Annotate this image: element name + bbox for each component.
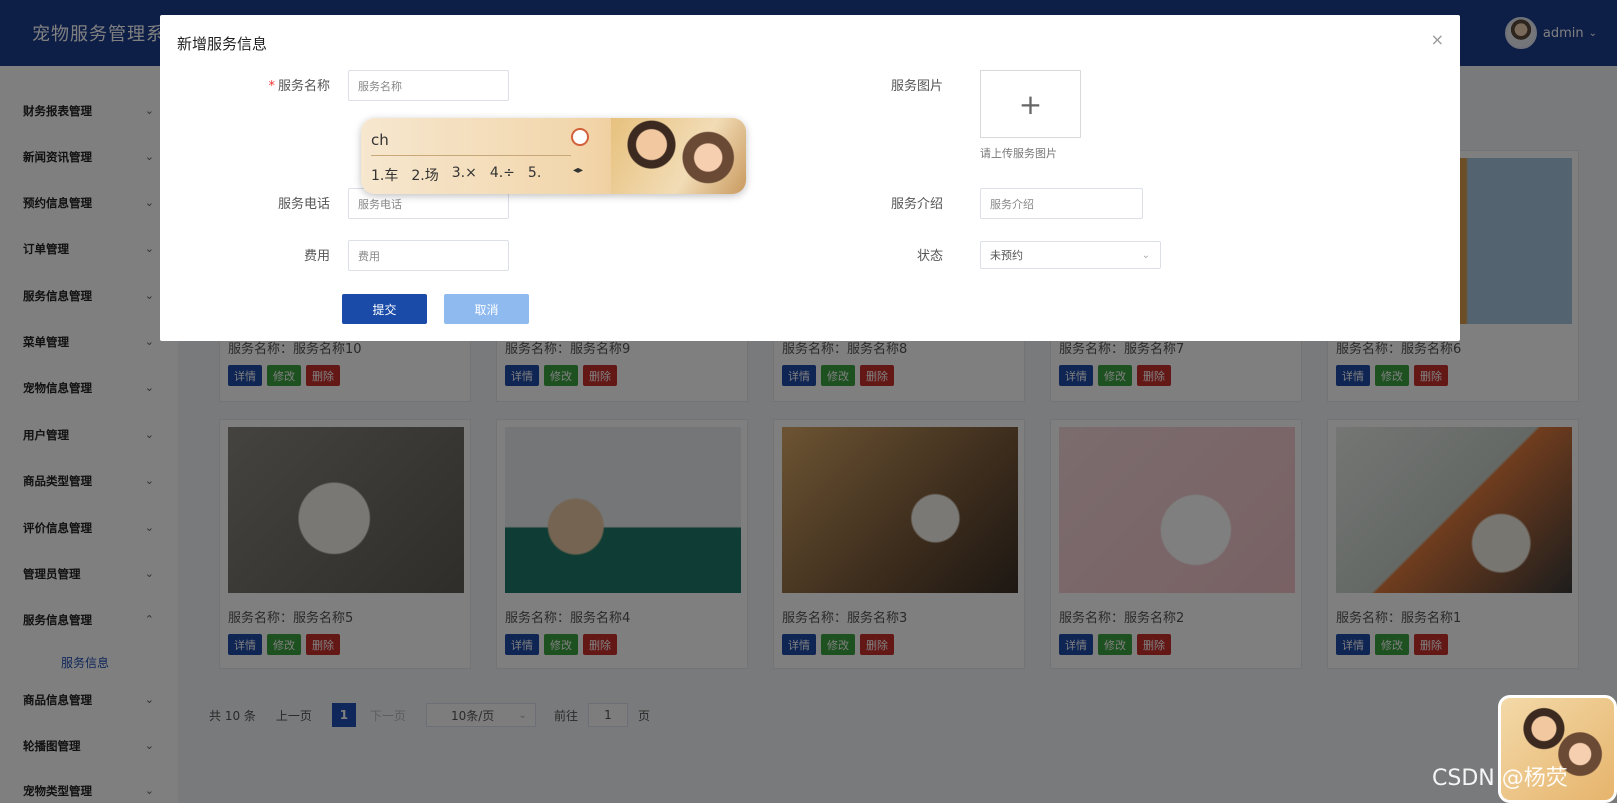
ime-candidate[interactable]: 4.÷ [490,165,515,185]
ime-candidates: 1.车 2.场 3.× 4.÷ 5. [371,165,541,185]
service-name-label: * 服务名称 [210,75,330,94]
label-text: 服务名称 [277,79,330,94]
service-name-input[interactable]: 服务名称 [348,70,509,101]
ime-candidate[interactable]: 2.场 [411,165,438,185]
status-select[interactable]: 未预约 ⌄ [980,241,1161,269]
add-service-dialog: 新增服务信息 × * 服务名称 服务名称 服务图片 + 请上传服务图片 服务电话 … [160,15,1460,341]
submit-button[interactable]: 提交 [342,294,427,324]
dialog-title: 新增服务信息 [177,35,268,53]
chevron-down-icon: ⌄ [1141,250,1150,261]
ime-candidate[interactable]: 1.车 [371,165,398,185]
ime-candidate[interactable]: 5. [528,165,541,185]
service-phone-label: 服务电话 [277,197,330,212]
ime-logo-icon [571,128,589,146]
fee-label: 费用 [303,249,330,264]
ime-composition: ch [371,131,389,149]
status-label: 状态 [916,249,943,264]
ime-candidate-popup: ch 1.车 2.场 3.× 4.÷ 5. ◂▸ [361,118,746,194]
page-arrows-icon[interactable]: ◂▸ [573,165,583,176]
ime-divider [371,155,571,156]
service-intro-input[interactable]: 服务介绍 [980,188,1143,219]
close-icon[interactable]: × [1431,30,1444,49]
service-image-label: 服务图片 [890,79,943,94]
status-value: 未预约 [990,249,1023,262]
upload-hint: 请上传服务图片 [980,147,1057,160]
fee-input[interactable]: 费用 [348,240,509,271]
ime-skin-image [611,118,746,194]
watermark: CSDN @杨荧 [1432,766,1568,791]
required-mark: * [268,79,275,94]
cancel-button[interactable]: 取消 [444,294,529,324]
ime-candidate[interactable]: 3.× [452,165,477,185]
service-intro-label: 服务介绍 [890,197,943,212]
plus-icon: + [1018,87,1043,121]
image-upload[interactable]: + [980,70,1081,138]
